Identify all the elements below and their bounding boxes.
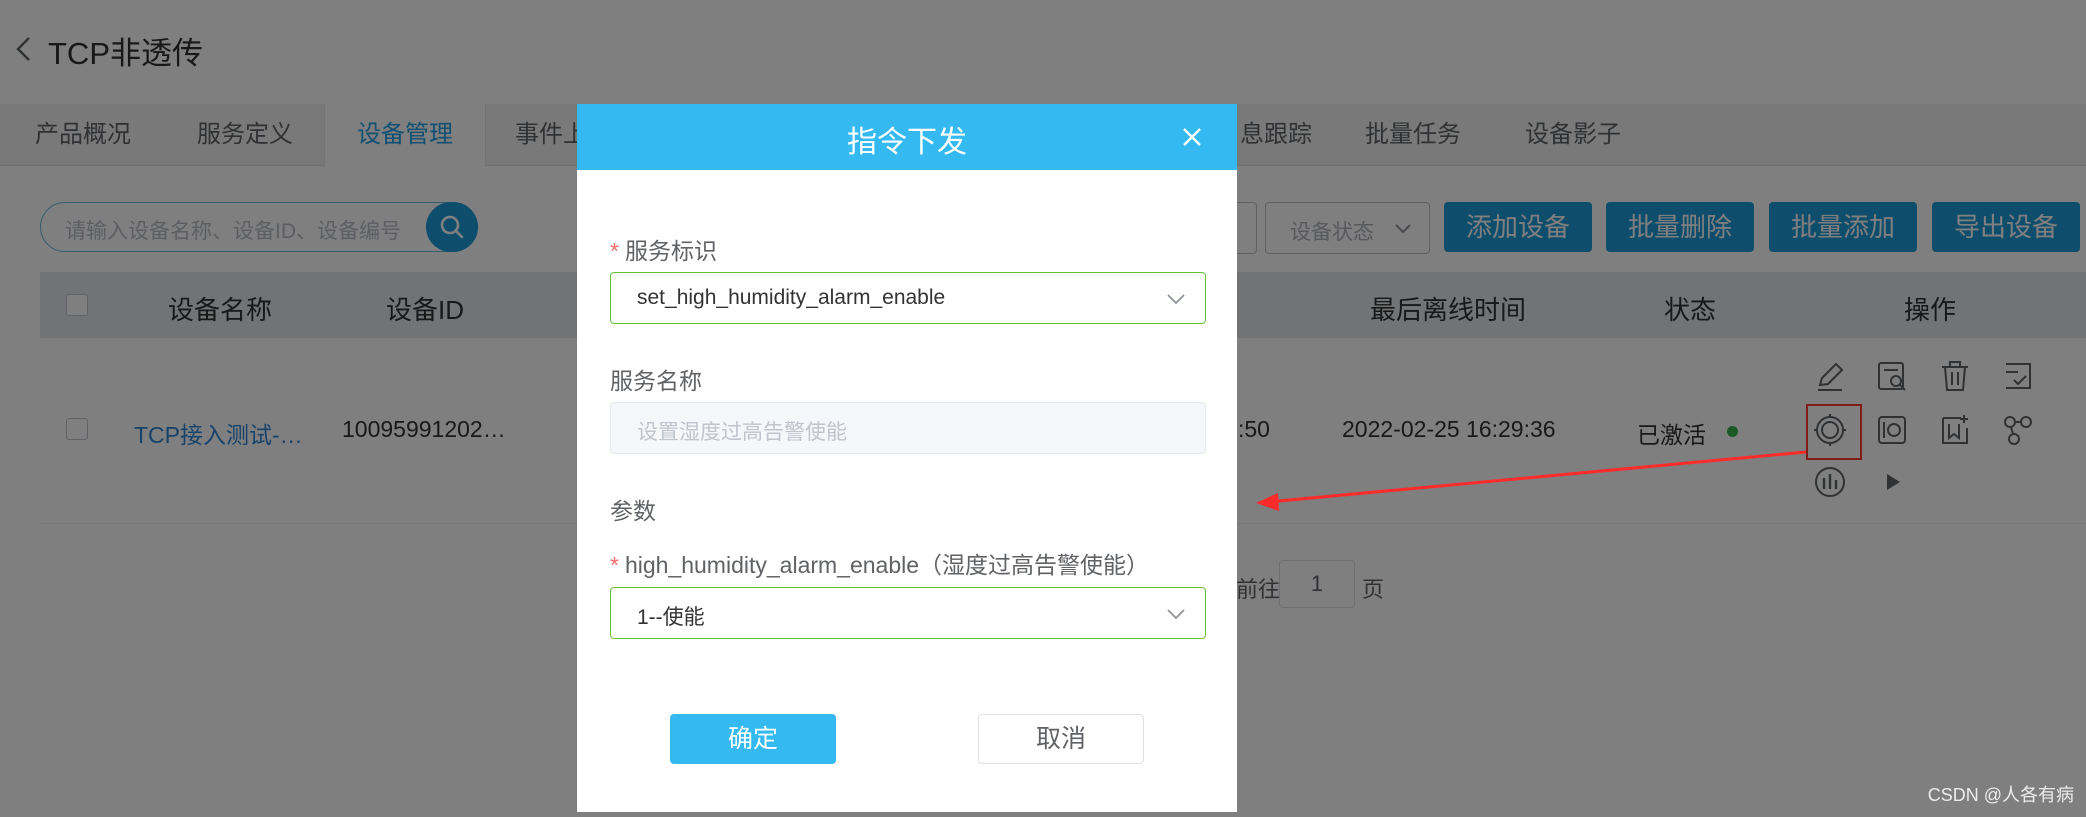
param-label: * high_humidity_alarm_enable（湿度过高告警使能） [610,552,1150,578]
chevron-down-icon [1167,294,1185,305]
watermark: CSDN @人各有病 [1927,785,2074,805]
service-id-select[interactable]: set_high_humidity_alarm_enable [610,272,1206,324]
service-name-label: 服务名称 [610,368,702,394]
cancel-button[interactable]: 取消 [978,714,1144,764]
param-value: 1--使能 [637,606,705,629]
chevron-down-icon [1167,609,1185,620]
service-name-input: 设置湿度过高告警使能 [610,402,1206,454]
command-dispatch-dialog: 指令下发 * 服务标识 set_high_humidity_alarm_enabl… [577,104,1237,812]
required-marker: * [610,238,619,264]
required-marker: * [610,552,619,578]
close-icon[interactable] [1181,126,1203,148]
param-value-select[interactable]: 1--使能 [610,587,1206,639]
dialog-header: 指令下发 [577,104,1237,170]
dialog-title: 指令下发 [847,126,967,159]
service-id-value: set_high_humidity_alarm_enable [637,286,946,309]
service-id-label: * 服务标识 [610,238,717,264]
confirm-button[interactable]: 确定 [670,714,836,764]
params-label: 参数 [610,498,656,524]
service-name-placeholder: 设置湿度过高告警使能 [637,421,847,444]
